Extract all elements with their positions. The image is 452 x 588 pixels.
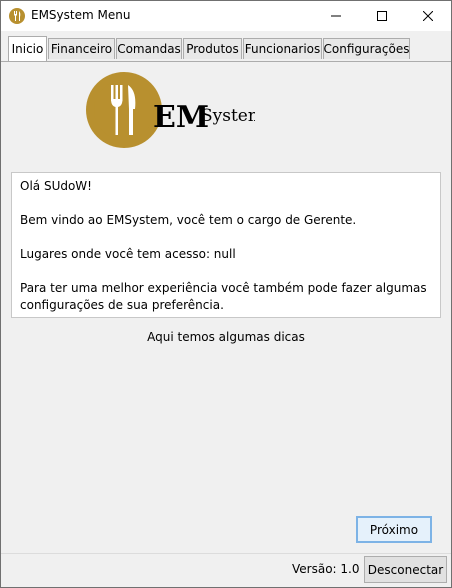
tab-label: Comandas (117, 42, 181, 56)
tab-content-inicio: EM System Olá SUdoW! Bem vindo ao EMSyst… (1, 62, 451, 587)
tab-label: Funcionarios (244, 42, 321, 56)
fork-knife-icon (9, 8, 25, 24)
tab-produtos[interactable]: Produtos (183, 38, 242, 59)
tab-bar: Inicio Financeiro Comandas Produtos Func… (1, 31, 451, 62)
minimize-icon (331, 15, 341, 17)
tab-inicio[interactable]: Inicio (8, 36, 47, 61)
tab-configuracoes[interactable]: Configurações (323, 38, 410, 59)
title-bar[interactable]: EMSystem Menu (1, 1, 451, 31)
minimize-button[interactable] (313, 1, 359, 31)
window-title: EMSystem Menu (31, 8, 131, 22)
tab-label: Financeiro (50, 42, 113, 56)
disconnect-button[interactable]: Desconectar (364, 556, 447, 583)
message-line: configurações de sua preferência. (20, 298, 224, 312)
app-window: EMSystem Menu Inicio Financeiro Comandas (0, 0, 452, 588)
tab-label: Produtos (186, 42, 239, 56)
tab-label: Configurações (323, 42, 410, 56)
message-line: Olá SUdoW! (20, 179, 92, 193)
tab-label: Inicio (11, 42, 44, 56)
next-button[interactable]: Próximo (356, 516, 432, 543)
tab-funcionarios[interactable]: Funcionarios (243, 38, 322, 59)
message-line: Lugares onde você tem acesso: null (20, 247, 236, 261)
message-line: Bem vindo ao EMSystem, você tem o cargo … (20, 213, 357, 227)
maximize-button[interactable] (359, 1, 405, 31)
tab-financeiro[interactable]: Financeiro (48, 38, 115, 59)
close-button[interactable] (405, 1, 451, 31)
logo-small-text: System (201, 106, 255, 126)
emsystem-logo: EM System (86, 72, 255, 148)
version-label: Versão: 1.0 (292, 562, 360, 576)
welcome-message-textarea[interactable]: Olá SUdoW! Bem vindo ao EMSystem, você t… (11, 172, 441, 318)
message-line: Para ter uma melhor experiência você tam… (20, 281, 427, 295)
maximize-icon (377, 11, 387, 21)
tips-label: Aqui temos algumas dicas (147, 330, 305, 344)
tab-comandas[interactable]: Comandas (116, 38, 182, 59)
footer-divider (1, 553, 451, 554)
close-icon (423, 11, 433, 21)
